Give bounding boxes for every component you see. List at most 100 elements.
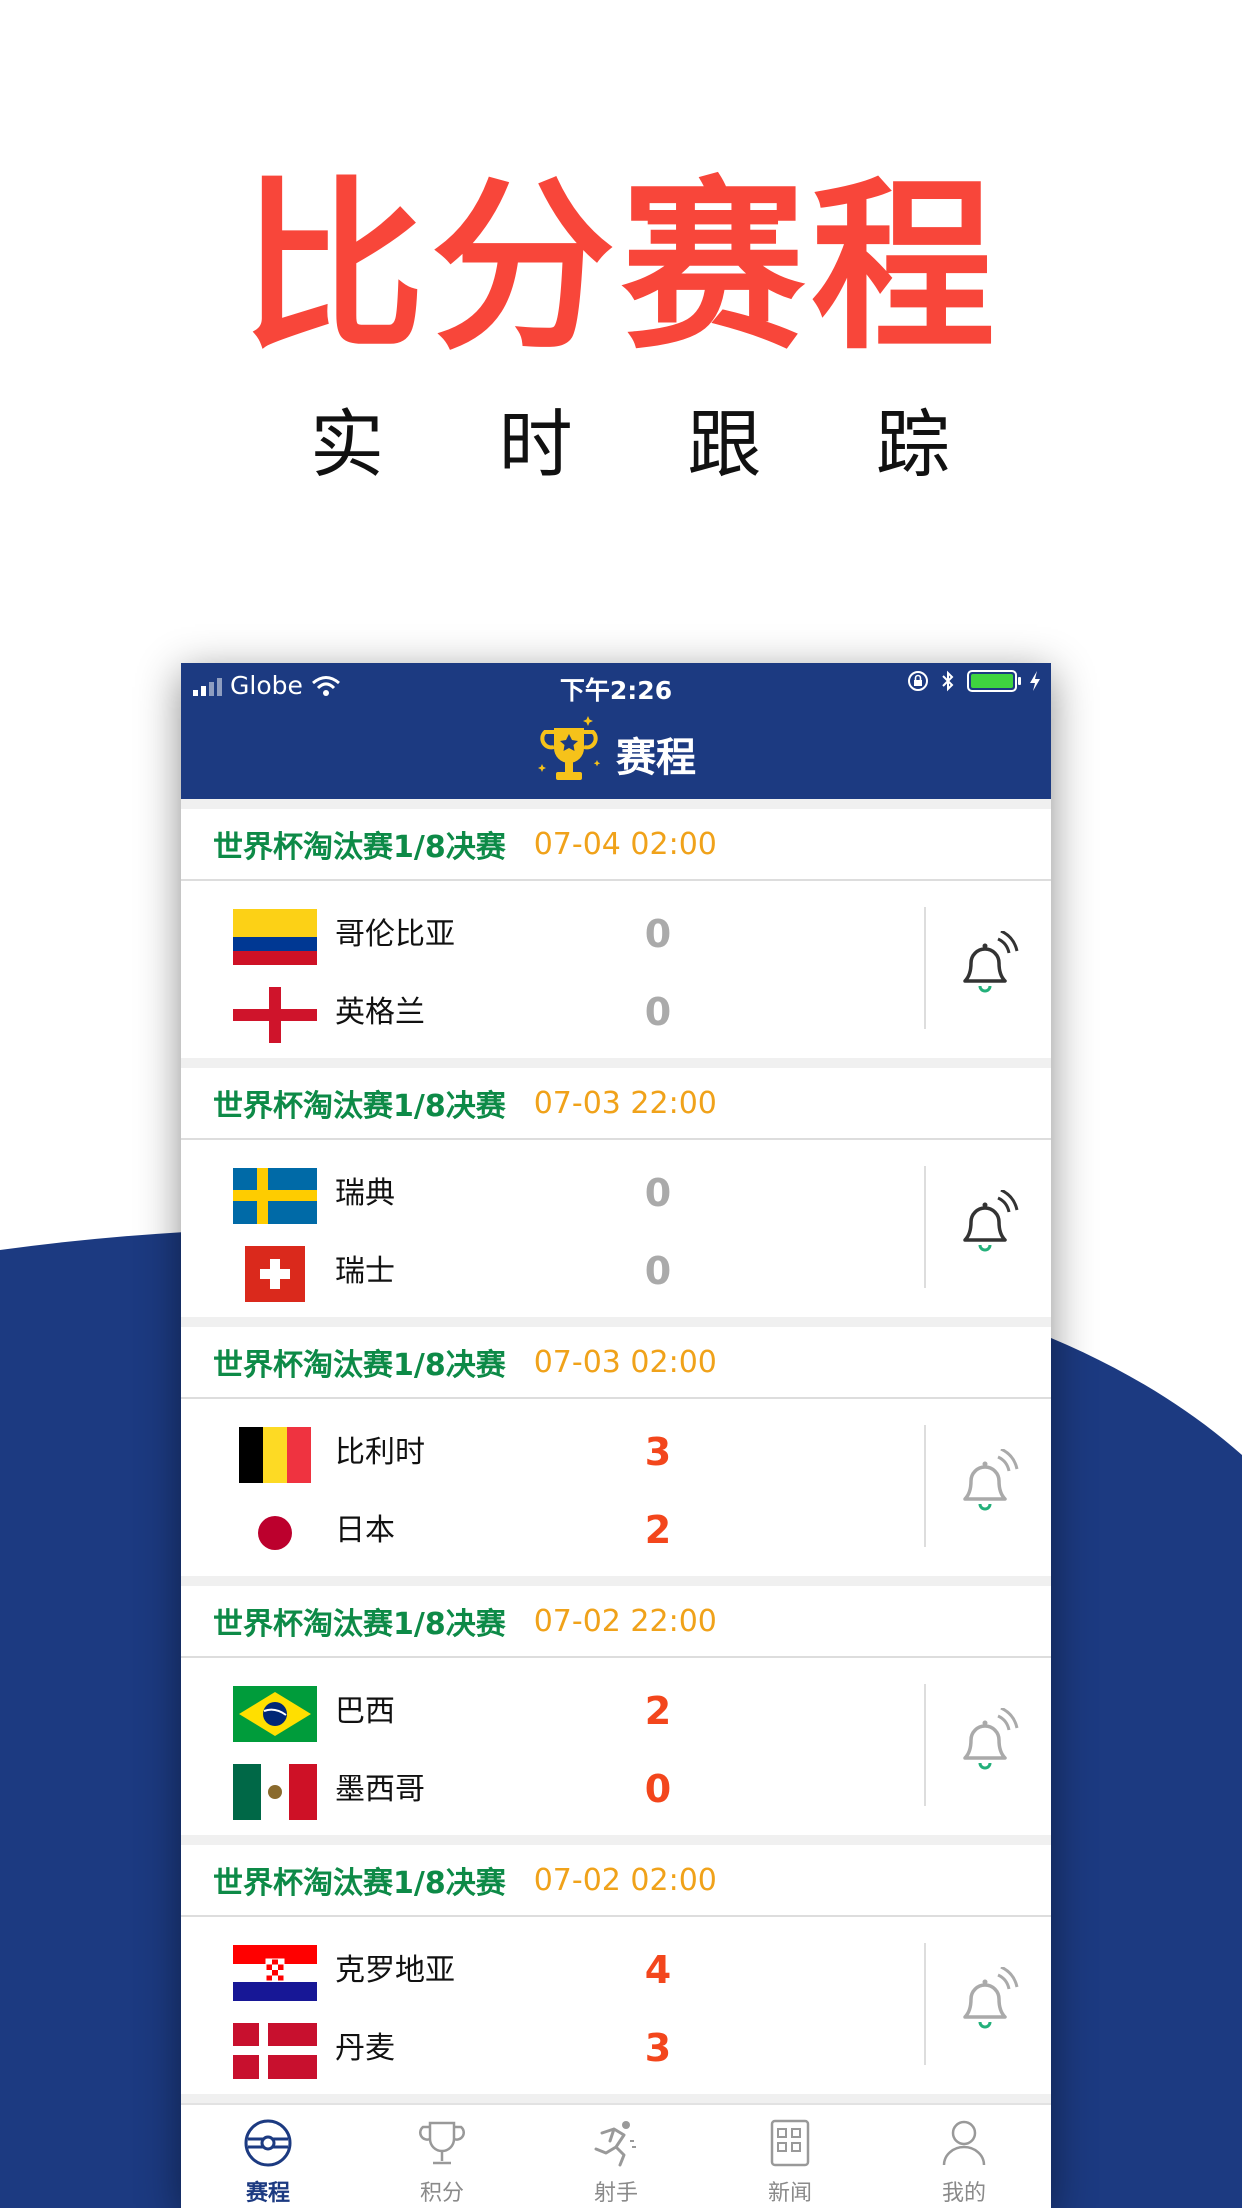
- home-team-row: 哥伦比亚 0: [181, 891, 781, 971]
- brazil-flag-icon: [233, 1686, 317, 1742]
- promo-title: 比分赛程: [240, 161, 1001, 375]
- promo-subtitle-char: 跟: [687, 402, 762, 488]
- home-score: 3: [644, 1430, 672, 1474]
- away-team-name: 日本: [335, 1513, 395, 1548]
- away-team-name: 丹麦: [335, 2031, 395, 2066]
- trophy-icon: [538, 716, 601, 780]
- nav-title: 赛程: [616, 735, 696, 781]
- promo-subtitle: 实 时 跟 踪: [310, 400, 950, 490]
- match-body: 巴西 2 墨西哥 0: [181, 1658, 1051, 1835]
- home-team-name: 哥伦比亚: [335, 917, 455, 952]
- runner-icon: [588, 2115, 644, 2171]
- home-team-name: 瑞典: [335, 1176, 395, 1211]
- tab-label: 我的: [941, 2181, 986, 2206]
- divider: [924, 1943, 926, 2065]
- england-flag-icon: [233, 987, 317, 1043]
- match-time: 07-02 02:00: [533, 1862, 717, 1898]
- competition-name: 世界杯淘汰赛1/8决赛: [213, 1607, 506, 1642]
- status-bar: Globe 下午2:26: [181, 663, 1051, 709]
- phone-screen: Globe 下午2:26 赛程 世界杯淘汰赛1/8决赛 07-04 02:00 …: [181, 663, 1051, 2208]
- tab-0[interactable]: 赛程: [181, 2105, 355, 2208]
- match-card[interactable]: 世界杯淘汰赛1/8决赛 07-02 22:00 巴西 2 墨西哥 0: [181, 1586, 1051, 1835]
- away-team-row: 墨西哥 0: [181, 1746, 781, 1826]
- home-team-row: 瑞典 0: [181, 1150, 781, 1230]
- user-icon: [936, 2115, 992, 2171]
- bluetooth-icon: [942, 670, 954, 692]
- promo-subtitle-char: 实: [310, 402, 384, 488]
- away-team-name: 墨西哥: [335, 1772, 425, 1807]
- match-body: 比利时 3 日本 2: [181, 1399, 1051, 1576]
- away-team-row: 瑞士 0: [181, 1228, 781, 1308]
- home-score: 0: [644, 912, 672, 956]
- divider: [924, 1166, 926, 1288]
- tab-label: 积分: [419, 2181, 464, 2206]
- trophy-outline-icon: [414, 2115, 470, 2171]
- news-icon: [762, 2115, 818, 2171]
- denmark-flag-icon: [233, 2023, 317, 2079]
- home-team-name: 比利时: [335, 1435, 425, 1470]
- away-score: 3: [644, 2026, 672, 2070]
- match-body: 瑞典 0 瑞士 0: [181, 1140, 1051, 1317]
- charging-icon: [1030, 671, 1040, 691]
- promo-subtitle-char: 踪: [875, 402, 950, 488]
- tab-1[interactable]: 积分: [355, 2105, 529, 2208]
- match-card[interactable]: 世界杯淘汰赛1/8决赛 07-02 02:00 克罗地亚 4 丹麦 3: [181, 1845, 1051, 2094]
- home-team-name: 巴西: [335, 1694, 395, 1729]
- bell-icon[interactable]: [951, 1188, 1021, 1262]
- home-score: 2: [644, 1689, 672, 1733]
- tab-2[interactable]: 射手: [529, 2105, 703, 2208]
- sweden-flag-icon: [233, 1168, 317, 1224]
- away-team-row: 英格兰 0: [181, 969, 781, 1049]
- colombia-flag-icon: [233, 909, 317, 965]
- football-icon: [240, 2115, 296, 2171]
- switzerland-flag-icon: [233, 1246, 317, 1302]
- match-card[interactable]: 世界杯淘汰赛1/8决赛 07-03 22:00 瑞典 0 瑞士 0: [181, 1068, 1051, 1317]
- belgium-flag-icon: [233, 1427, 317, 1483]
- match-body: 哥伦比亚 0 英格兰 0: [181, 881, 1051, 1058]
- away-score: 0: [644, 1767, 672, 1811]
- nav-bar: 赛程: [181, 709, 1051, 799]
- match-card[interactable]: 世界杯淘汰赛1/8决赛 07-03 02:00 比利时 3 日本 2: [181, 1327, 1051, 1576]
- bell-icon[interactable]: [951, 1965, 1021, 2039]
- tab-bar: 赛程 积分 射手 新闻 我的: [181, 2103, 1051, 2208]
- match-body: 克罗地亚 4 丹麦 3: [181, 1917, 1051, 2094]
- bell-icon[interactable]: [951, 929, 1021, 1003]
- divider: [924, 1425, 926, 1547]
- home-score: 4: [644, 1948, 672, 1992]
- match-time: 07-03 02:00: [533, 1344, 717, 1380]
- rotation-lock-icon: [908, 671, 928, 691]
- tab-label: 新闻: [767, 2181, 812, 2206]
- match-time: 07-02 22:00: [533, 1603, 717, 1639]
- away-team-row: 日本 2: [181, 1487, 781, 1567]
- tab-label: 射手: [593, 2181, 638, 2206]
- tab-label: 赛程: [245, 2181, 290, 2206]
- promo-subtitle-char: 时: [498, 402, 573, 488]
- tab-3[interactable]: 新闻: [703, 2105, 877, 2208]
- status-bar-right: [907, 670, 1041, 692]
- match-card[interactable]: 世界杯淘汰赛1/8决赛 07-04 02:00 哥伦比亚 0 英格兰 0: [181, 809, 1051, 1058]
- competition-name: 世界杯淘汰赛1/8决赛: [213, 1348, 506, 1383]
- divider: [924, 907, 926, 1029]
- away-score: 2: [644, 1508, 672, 1552]
- bell-icon[interactable]: [951, 1706, 1021, 1780]
- mexico-flag-icon: [233, 1764, 317, 1820]
- match-time: 07-04 02:00: [533, 826, 717, 862]
- match-header: 世界杯淘汰赛1/8决赛 07-03 02:00: [181, 1327, 1051, 1399]
- match-header: 世界杯淘汰赛1/8决赛 07-03 22:00: [181, 1068, 1051, 1140]
- croatia-flag-icon: [233, 1945, 317, 2001]
- home-team-row: 巴西 2: [181, 1668, 781, 1748]
- tab-4[interactable]: 我的: [877, 2105, 1051, 2208]
- match-header: 世界杯淘汰赛1/8决赛 07-02 22:00: [181, 1586, 1051, 1658]
- home-team-name: 克罗地亚: [335, 1953, 455, 1988]
- home-team-row: 比利时 3: [181, 1409, 781, 1489]
- bell-icon[interactable]: [951, 1447, 1021, 1521]
- match-time: 07-03 22:00: [533, 1085, 717, 1121]
- home-team-row: 克罗地亚 4: [181, 1927, 781, 2007]
- away-score: 0: [644, 1249, 672, 1293]
- match-list: 世界杯淘汰赛1/8决赛 07-04 02:00 哥伦比亚 0 英格兰 0 世界杯淘汰赛1/8…: [181, 799, 1051, 2094]
- battery-icon: [967, 670, 1021, 692]
- match-header: 世界杯淘汰赛1/8决赛 07-02 02:00: [181, 1845, 1051, 1917]
- away-team-name: 瑞士: [335, 1254, 395, 1289]
- home-score: 0: [644, 1171, 672, 1215]
- japan-flag-icon: [233, 1505, 317, 1561]
